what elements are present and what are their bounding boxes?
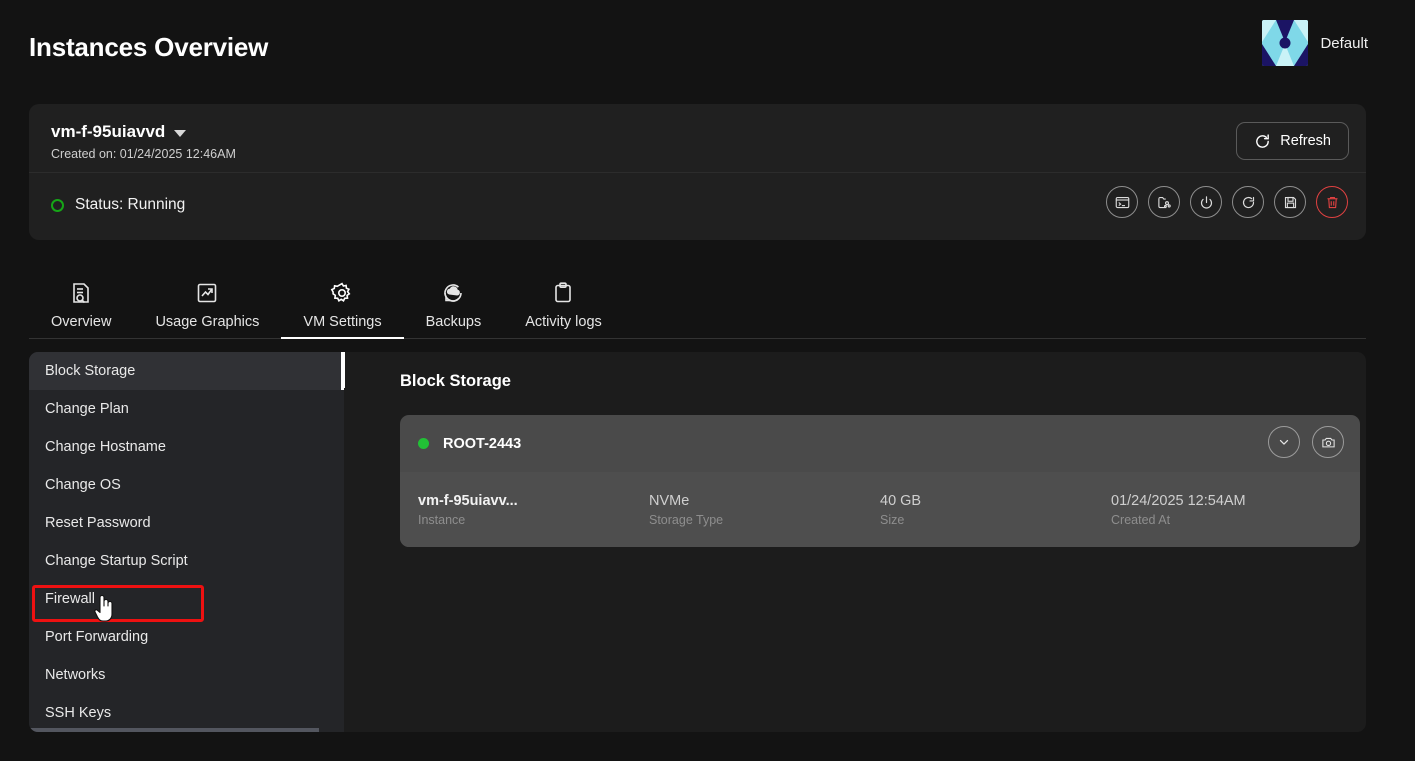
volume-field-label: Storage Type <box>649 512 724 527</box>
sidebar-item-ssh-keys[interactable]: SSH Keys <box>29 694 344 732</box>
sidebar-horizontal-scrollbar[interactable] <box>29 728 344 732</box>
refresh-button[interactable]: Refresh <box>1236 122 1349 160</box>
volume-field-value: 40 GB <box>880 492 922 509</box>
chevron-down-icon[interactable] <box>1268 426 1300 458</box>
status-badge: Status: Running <box>51 196 185 214</box>
sidebar-item-networks[interactable]: Networks <box>29 656 344 694</box>
tab-usage-graphics-label: Usage Graphics <box>155 314 260 330</box>
tab-usage-graphics[interactable]: Usage Graphics <box>133 264 281 338</box>
refresh-icon <box>1256 133 1270 148</box>
tab-backups[interactable]: Backups <box>404 264 504 338</box>
volume-field-created-at: 01/24/2025 12:54AM Created At <box>1111 493 1342 527</box>
sidebar-item-change-startup-script[interactable]: Change Startup Script <box>29 542 344 580</box>
document-search-icon <box>69 278 93 308</box>
clipboard-icon <box>551 278 575 308</box>
sidebar-item-label: Reset Password <box>45 515 151 531</box>
instance-card-bottom: Status: Running <box>29 172 1366 240</box>
sidebar-item-label: SSH Keys <box>45 705 112 721</box>
sidebar-item-port-forwarding[interactable]: Port Forwarding <box>29 618 344 656</box>
instance-name-dropdown[interactable]: vm-f-95uiavvd <box>51 122 187 142</box>
restart-icon[interactable] <box>1232 186 1264 218</box>
volume-field-storage-type: NVMe Storage Type <box>649 493 880 527</box>
page-header: Instances Overview Default <box>0 0 1415 96</box>
instance-card-top: vm-f-95uiavvd Created on: 01/24/2025 12:… <box>29 104 1366 172</box>
sidebar-item-label: Port Forwarding <box>45 629 149 645</box>
instance-name-label: vm-f-95uiavvd <box>51 122 166 141</box>
instance-summary-card: vm-f-95uiavvd Created on: 01/24/2025 12:… <box>29 104 1366 240</box>
volume-field-value: 01/24/2025 12:54AM <box>1111 492 1246 509</box>
content-title: Block Storage <box>400 372 511 390</box>
volume-status-dot-icon <box>418 438 429 449</box>
chevron-down-icon <box>174 130 187 137</box>
sidebar-item-reset-password[interactable]: Reset Password <box>29 504 344 542</box>
sidebar-item-label: Change Hostname <box>45 439 166 455</box>
volume-field-instance: vm-f-95uiavv... Instance <box>418 493 649 527</box>
status-label: Status: Running <box>75 196 186 213</box>
sidebar-item-change-plan[interactable]: Change Plan <box>29 390 344 428</box>
tab-activity-logs[interactable]: Activity logs <box>503 264 624 338</box>
instance-created-label: Created on: 01/24/2025 12:46AM <box>51 147 236 161</box>
instance-action-bar <box>1106 186 1348 218</box>
tab-bar: Overview Usage Graphics VM Settings Back… <box>29 264 1366 339</box>
volume-field-label: Created At <box>1111 512 1171 527</box>
tab-activity-logs-label: Activity logs <box>525 314 602 330</box>
brand-logo-icon <box>1262 20 1309 66</box>
tab-vm-settings-label: VM Settings <box>303 314 382 330</box>
power-icon[interactable] <box>1190 186 1222 218</box>
cloud-restore-icon <box>441 278 465 308</box>
camera-snapshot-icon[interactable] <box>1312 426 1344 458</box>
vm-settings-panel: Block Storage Change Plan Change Hostnam… <box>29 352 1366 732</box>
page-title: Instances Overview <box>29 32 269 62</box>
sidebar-item-label: Networks <box>45 667 106 683</box>
tab-vm-settings[interactable]: VM Settings <box>281 264 404 339</box>
block-storage-content: Block Storage ROOT-2443 vm-f-95uiavv... … <box>373 352 1366 732</box>
volume-field-label: Size <box>880 512 905 527</box>
folder-settings-icon[interactable] <box>1148 186 1180 218</box>
sidebar-active-edge <box>344 352 345 388</box>
volume-details-row: vm-f-95uiavv... Instance NVMe Storage Ty… <box>400 472 1360 547</box>
tab-overview[interactable]: Overview <box>29 264 133 338</box>
volume-card-header: ROOT-2443 <box>400 415 1360 472</box>
chart-up-icon <box>195 278 219 308</box>
volume-field-value: NVMe <box>649 492 690 509</box>
gear-icon <box>330 278 354 308</box>
volume-field-size: 40 GB Size <box>880 493 1111 527</box>
sidebar-item-label: Block Storage <box>45 363 136 379</box>
settings-sidebar: Block Storage Change Plan Change Hostnam… <box>29 352 344 732</box>
volume-field-value: vm-f-95uiavv... <box>418 492 518 509</box>
delete-icon[interactable] <box>1316 186 1348 218</box>
volume-actions <box>1268 426 1344 458</box>
refresh-button-label: Refresh <box>1280 133 1331 149</box>
tab-overview-label: Overview <box>51 314 112 330</box>
status-dot-icon <box>51 198 64 212</box>
sidebar-item-block-storage[interactable]: Block Storage <box>29 352 344 390</box>
sidebar-item-label: Firewall <box>45 591 95 607</box>
sidebar-item-label: Change Startup Script <box>45 553 188 569</box>
volume-card: ROOT-2443 vm-f-95uiavv... Instance NVMe … <box>400 415 1360 547</box>
volume-name-label: ROOT-2443 <box>443 435 522 452</box>
volume-field-label: Instance <box>418 512 466 527</box>
sidebar-item-change-hostname[interactable]: Change Hostname <box>29 428 344 466</box>
snapshot-disk-icon[interactable] <box>1274 186 1306 218</box>
sidebar-item-label: Change OS <box>45 477 121 493</box>
org-name-label: Default <box>1320 34 1368 52</box>
console-icon[interactable] <box>1106 186 1138 218</box>
sidebar-item-change-os[interactable]: Change OS <box>29 466 344 504</box>
sidebar-item-label: Change Plan <box>45 401 129 417</box>
sidebar-item-firewall[interactable]: Firewall <box>29 580 344 618</box>
org-selector[interactable]: Default <box>1262 20 1368 66</box>
tab-backups-label: Backups <box>425 314 482 330</box>
